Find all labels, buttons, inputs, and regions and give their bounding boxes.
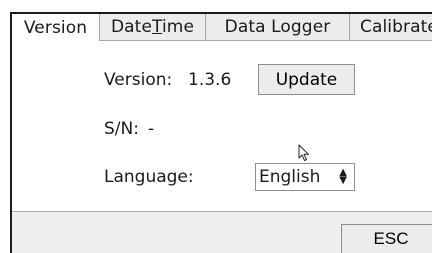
version-label: Version: bbox=[104, 70, 173, 90]
tab-datetime-label: DateTime bbox=[110, 17, 195, 37]
update-button[interactable]: Update bbox=[258, 64, 355, 95]
serial-label: S/N: bbox=[104, 119, 139, 139]
language-select[interactable]: English ▲ ▼ bbox=[255, 163, 355, 191]
tab-data-logger[interactable]: Data Logger bbox=[205, 14, 349, 41]
serial-value: - bbox=[148, 119, 155, 139]
tab-calibrate-label: Calibrate bbox=[360, 17, 432, 37]
mouse-pointer-icon bbox=[298, 144, 309, 161]
updown-spinner-icon: ▲ ▼ bbox=[339, 167, 347, 186]
tab-version[interactable]: Version bbox=[12, 14, 99, 41]
tab-bar: Version DateTime Data Logger Calibrate bbox=[12, 14, 432, 41]
tab-calibrate[interactable]: Calibrate bbox=[349, 14, 432, 41]
tab-data-logger-label: Data Logger bbox=[224, 17, 331, 37]
language-selected-value: English bbox=[259, 167, 321, 187]
mnemonic-underline: T bbox=[152, 17, 162, 37]
language-label: Language: bbox=[104, 167, 194, 187]
tab-datetime[interactable]: DateTime bbox=[99, 14, 205, 41]
version-value: 1.3.6 bbox=[188, 70, 232, 90]
version-panel bbox=[12, 41, 432, 211]
esc-button[interactable]: ESC bbox=[341, 224, 432, 253]
tab-version-label: Version bbox=[23, 17, 88, 38]
